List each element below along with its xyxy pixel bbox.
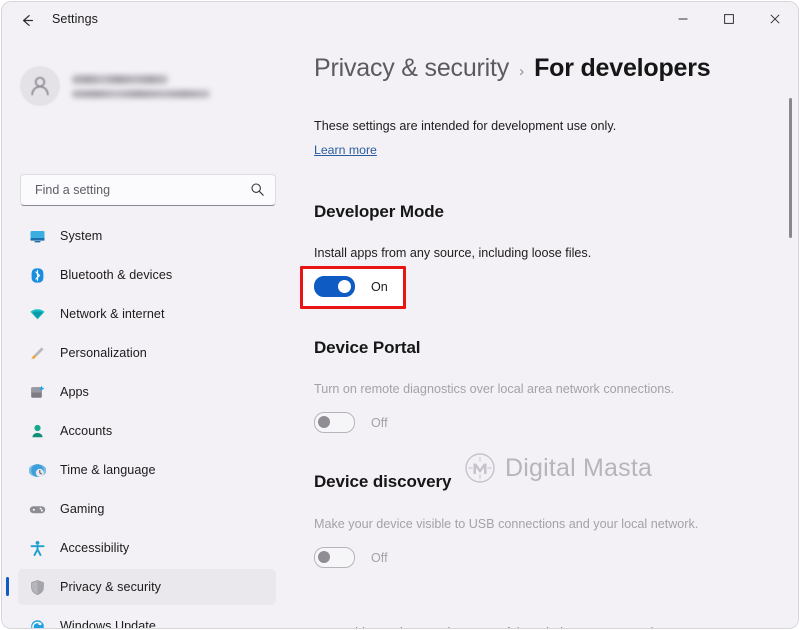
sidebar-item-apps[interactable]: Apps [18,374,276,410]
sidebar-nav-list: System Bluetooth & devices Network & int… [2,218,292,628]
search-input[interactable] [33,182,232,198]
sidebar-item-privacy-security[interactable]: Privacy & security [6,569,276,605]
scrollbar-track[interactable] [786,92,796,622]
section-description-developer-mode: Install apps from any source, including … [314,246,592,260]
back-button[interactable] [12,7,42,33]
sidebar-item-label: Apps [60,385,89,399]
close-button[interactable] [752,2,798,35]
user-profile[interactable] [20,62,270,110]
section-title-developer-mode: Developer Mode [314,202,444,221]
breadcrumb: Privacy & security › For developers [314,54,711,83]
device-portal-toggle-row: Off [314,412,388,433]
maximize-icon [723,13,735,25]
paintbrush-icon [26,345,48,362]
toggle-knob [338,280,351,293]
gamepad-icon [26,501,48,518]
profile-text [72,74,210,98]
sdk-note-text: Note: This requires version 1803 of the … [314,626,678,628]
chevron-right-icon: › [519,63,525,80]
sidebar-item-windows-update[interactable]: Windows Update [18,608,276,628]
sidebar-item-label: Accessibility [60,541,130,555]
sidebar-item-personalization[interactable]: Personalization [18,335,276,371]
intro-text: These settings are intended for developm… [314,119,617,133]
sidebar-item-accessibility[interactable]: Accessibility [18,530,276,566]
toggle-knob [318,416,330,428]
circled-m-logo-icon [464,452,496,484]
sidebar-item-gaming[interactable]: Gaming [18,491,276,527]
device-discovery-toggle[interactable] [314,547,355,568]
close-icon [769,13,781,25]
app-title: Settings [52,12,98,26]
title-bar: Settings [2,2,798,38]
section-title-device-discovery: Device discovery [314,472,452,491]
breadcrumb-parent-link[interactable]: Privacy & security [314,54,509,83]
shield-icon [26,579,48,596]
globe-clock-icon [26,462,48,479]
apps-icon [26,384,48,401]
section-description-device-discovery: Make your device visible to USB connecti… [314,517,699,531]
avatar [20,66,60,106]
sidebar: System Bluetooth & devices [2,38,292,628]
person-icon [26,423,48,440]
maximize-button[interactable] [706,2,752,35]
sidebar-item-label: Personalization [60,346,147,360]
section-title-device-portal: Device Portal [314,338,421,357]
bluetooth-icon [26,267,48,284]
developer-mode-toggle[interactable] [314,276,355,297]
sidebar-item-network-internet[interactable]: Network & internet [18,296,276,332]
sidebar-item-system[interactable]: System [18,218,276,254]
watermark: Digital Masta [464,452,652,484]
accessibility-icon [26,540,48,557]
device-discovery-toggle-label: Off [371,550,388,565]
sidebar-item-label: Accounts [60,424,113,438]
minimize-icon [677,13,689,25]
wifi-icon [26,306,48,323]
sidebar-item-label: Time & language [60,463,156,477]
sidebar-item-label: System [60,229,103,243]
device-discovery-toggle-row: Off [314,547,388,568]
scrollbar-thumb[interactable] [789,98,792,238]
profile-email [72,89,210,98]
monitor-icon [26,228,48,245]
sidebar-item-label: Windows Update [60,619,156,628]
settings-window: Settings Find a setting System Bluetooth… [2,2,798,628]
sidebar-item-bluetooth-devices[interactable]: Bluetooth & devices [18,257,276,293]
profile-name [72,74,168,84]
page-title: For developers [534,54,711,82]
toggle-knob [318,551,330,563]
sidebar-item-label: Gaming [60,502,105,516]
sidebar-item-time-language[interactable]: Time & language [18,452,276,488]
learn-more-link[interactable]: Learn more [314,143,377,157]
watermark-text: Digital Masta [505,453,653,482]
main-content: Privacy & security › For developers Thes… [292,38,798,628]
sidebar-item-label: Network & internet [60,307,165,321]
search-icon[interactable] [249,181,266,198]
device-portal-toggle[interactable] [314,412,355,433]
minimize-button[interactable] [660,2,706,35]
developer-mode-toggle-label: On [371,279,388,294]
device-portal-toggle-label: Off [371,415,388,430]
section-description-device-portal: Turn on remote diagnostics over local ar… [314,382,675,396]
sidebar-item-accounts[interactable]: Accounts [18,413,276,449]
sidebar-item-label: Bluetooth & devices [60,268,173,282]
update-icon [26,618,48,628]
sidebar-item-label: Privacy & security [60,580,161,594]
developer-mode-toggle-row: On [314,276,388,297]
back-arrow-icon [19,12,36,29]
search-box[interactable] [20,174,276,206]
person-avatar-icon [31,76,49,96]
